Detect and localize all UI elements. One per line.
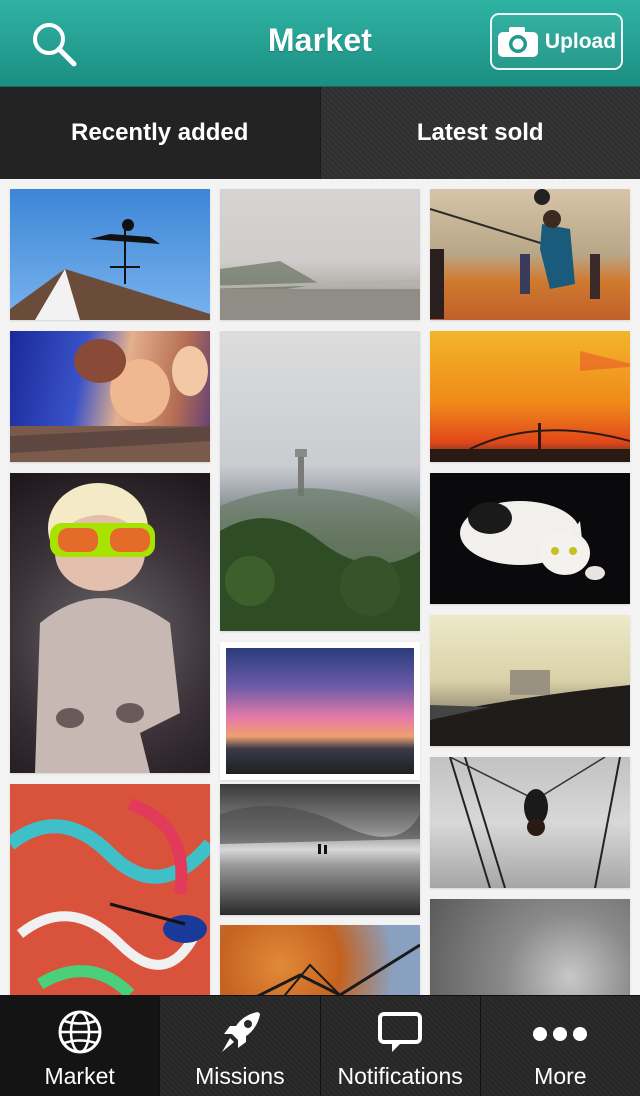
tabbar-item-missions[interactable]: Missions [159, 996, 319, 1096]
tabbar-label-missions: Missions [195, 1065, 284, 1088]
hill-tower-photo[interactable] [220, 331, 420, 631]
sunset-bridge-photo[interactable] [430, 331, 630, 462]
gray-texture-photo[interactable] [430, 899, 630, 995]
graffiti-wall-photo[interactable] [10, 784, 210, 995]
search-button[interactable] [28, 18, 82, 72]
tabbar-item-notifications[interactable]: Notifications [320, 996, 480, 1096]
globe-icon [56, 1008, 104, 1056]
photo-grid [0, 179, 640, 995]
car-dashboard-photo[interactable] [430, 615, 630, 746]
autumn-tree-photo[interactable] [220, 925, 420, 995]
tab-latest-sold[interactable]: Latest sold [320, 87, 640, 179]
more-dots-icon [530, 1008, 590, 1056]
app-header: Market Upload [0, 0, 640, 87]
mother-child-photo[interactable] [10, 331, 210, 462]
tabbar-label-notifications: Notifications [337, 1065, 462, 1088]
upload-button[interactable]: Upload [490, 13, 623, 70]
child-sunglasses-photo[interactable] [10, 473, 210, 773]
volleyball-beach-photo[interactable] [430, 189, 630, 320]
search-icon [28, 18, 82, 72]
trampoline-photo[interactable] [430, 757, 630, 888]
weathervane-photo[interactable] [10, 189, 210, 320]
rocket-icon [216, 1008, 264, 1056]
upload-label: Upload [545, 30, 616, 54]
foggy-road-photo[interactable] [220, 189, 420, 320]
segment-tabs: Recently added Latest sold [0, 87, 640, 179]
tabbar-item-market[interactable]: Market [0, 996, 159, 1096]
pink-sunset-photo[interactable] [220, 642, 420, 780]
tabbar-label-market: Market [44, 1065, 114, 1088]
camera-icon [497, 26, 539, 58]
speech-bubble-icon [376, 1008, 424, 1056]
bottom-tab-bar: Market Missions Notifications More [0, 995, 640, 1096]
tabbar-label-more: More [534, 1065, 586, 1088]
cat-photo[interactable] [430, 473, 630, 604]
tab-recently-added[interactable]: Recently added [0, 87, 320, 179]
beach-silhouette-photo[interactable] [220, 784, 420, 915]
tabbar-item-more[interactable]: More [480, 996, 640, 1096]
